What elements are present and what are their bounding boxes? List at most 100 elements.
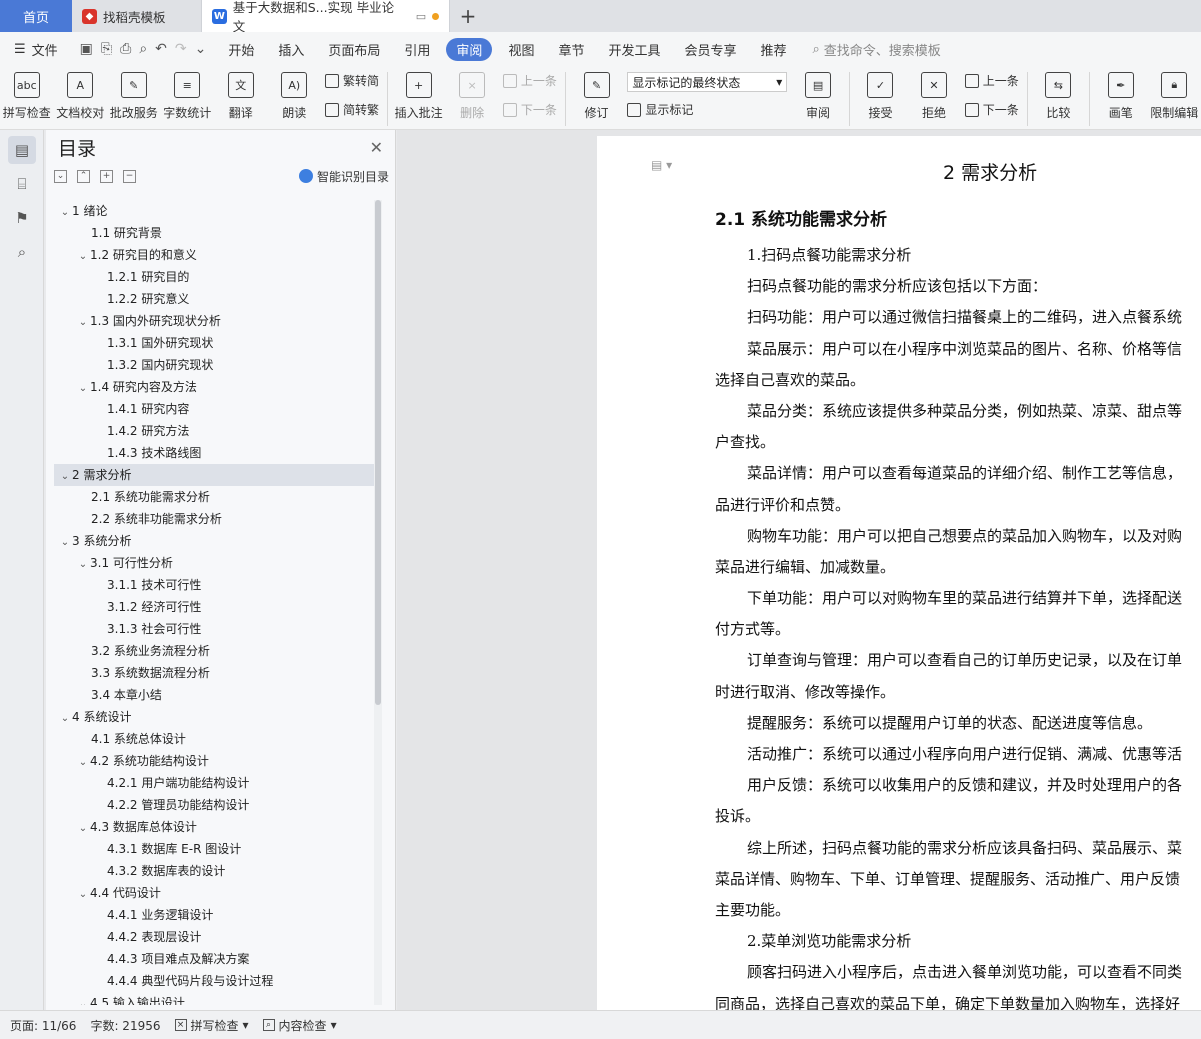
toc-item[interactable]: 3.4 本章小结 xyxy=(54,684,374,706)
toc-scrollbar[interactable] xyxy=(374,200,382,1005)
next-comment-button[interactable]: 下一条 xyxy=(502,101,557,118)
toc-item[interactable]: 4.4.2 表现层设计 xyxy=(54,926,374,948)
toc-item[interactable]: 1.1 研究背景 xyxy=(54,222,374,244)
toc-item[interactable]: 1.4.2 研究方法 xyxy=(54,420,374,442)
track-changes-button[interactable]: ✎ 修订 xyxy=(572,70,622,121)
toc-scroll-thumb[interactable] xyxy=(375,200,381,705)
toc-item[interactable]: ⌄ 3.1 可行性分析 xyxy=(54,552,374,574)
remove-heading-icon[interactable]: − xyxy=(123,169,136,183)
document-page[interactable]: ▤ ▾ 2 需求分析 2.1 系统功能需求分析 1.扫码点餐功能需求分析 扫码点餐… xyxy=(597,136,1201,1010)
chevron-down-icon[interactable]: ⌄ xyxy=(58,532,72,554)
toc-item[interactable]: 1.3.1 国外研究现状 xyxy=(54,332,374,354)
monitor-icon[interactable]: ▭ xyxy=(416,10,426,23)
doc-proof-button[interactable]: A 文档校对 xyxy=(56,70,106,121)
menu-start[interactable]: 开始 xyxy=(216,40,266,59)
chevron-down-icon[interactable]: ⌄ xyxy=(76,884,90,906)
preview-icon[interactable]: ⌕ xyxy=(139,41,147,57)
menu-layout[interactable]: 页面布局 xyxy=(316,40,392,59)
review-service-button[interactable]: ✎ 批改服务 xyxy=(109,70,159,121)
toc-item[interactable]: 3.2 系统业务流程分析 xyxy=(54,640,374,662)
word-count-indicator[interactable]: 字数: 21956 xyxy=(90,1017,160,1034)
toc-item[interactable]: 3.1.3 社会可行性 xyxy=(54,618,374,640)
accept-button[interactable]: ✓ 接受 xyxy=(856,70,906,121)
toc-item[interactable]: 4.4.4 典型代码片段与设计过程 xyxy=(54,970,374,992)
review-pane-button[interactable]: ▤ 审阅 xyxy=(793,70,843,121)
menu-recommend[interactable]: 推荐 xyxy=(749,40,799,59)
command-search[interactable]: ⌕ 查找命令、搜索模板 xyxy=(813,40,941,59)
chevron-down-icon[interactable]: ⌄ xyxy=(76,312,90,334)
save-icon[interactable]: ▣ xyxy=(80,41,93,57)
chevron-down-icon[interactable]: ⌄ xyxy=(58,708,72,730)
chevron-down-icon[interactable]: ⌄ xyxy=(58,466,72,488)
toc-item[interactable]: 4.3.1 数据库 E-R 图设计 xyxy=(54,838,374,860)
toc-item[interactable]: 1.4.3 技术路线图 xyxy=(54,442,374,464)
translate-button[interactable]: 文翻译 xyxy=(216,70,266,121)
toc-item[interactable]: 4.2.1 用户端功能结构设计 xyxy=(54,772,374,794)
menu-developer[interactable]: 开发工具 xyxy=(596,40,672,59)
toc-item[interactable]: ⌄ 4.3 数据库总体设计 xyxy=(54,816,374,838)
show-markup-button[interactable]: 显示标记 xyxy=(627,101,787,118)
toc-item[interactable]: ⌄ 1 绪论 xyxy=(54,200,374,222)
toc-item[interactable]: 4.4.1 业务逻辑设计 xyxy=(54,904,374,926)
toc-item[interactable]: 3.3 系统数据流程分析 xyxy=(54,662,374,684)
menu-member[interactable]: 会员专享 xyxy=(672,40,748,59)
markup-display-select[interactable]: 显示标记的最终状态 ▾ xyxy=(627,72,788,92)
toc-item[interactable]: 1.4.1 研究内容 xyxy=(54,398,374,420)
trad-to-simp-button[interactable]: 繁转简 xyxy=(325,72,379,89)
word-count-button[interactable]: ≡ 字数统计 xyxy=(163,70,213,121)
menu-chapter[interactable]: 章节 xyxy=(546,40,596,59)
toc-item[interactable]: 2.2 系统非功能需求分析 xyxy=(54,508,374,530)
menu-review[interactable]: 审阅 xyxy=(446,37,493,61)
toc-item[interactable]: 4.4.3 项目难点及解决方案 xyxy=(54,948,374,970)
close-icon[interactable]: ✕ xyxy=(370,138,383,157)
next-change-button[interactable]: 下一条 xyxy=(964,101,1019,118)
page-indicator[interactable]: 页面: 11/66 xyxy=(10,1017,76,1034)
chevron-down-icon[interactable]: ⌄ xyxy=(76,378,90,400)
toc-item[interactable]: ⌄ 4.4 代码设计 xyxy=(54,882,374,904)
chevron-down-icon[interactable]: ⌄ xyxy=(76,994,90,1005)
status-spellcheck[interactable]: × 拼写检查 ▾ xyxy=(174,1017,249,1034)
menu-reference[interactable]: 引用 xyxy=(392,40,442,59)
search-icon[interactable]: ⌕ xyxy=(8,238,36,266)
chevron-down-icon[interactable]: ⌄ xyxy=(76,818,90,840)
toc-item[interactable]: 2.1 系统功能需求分析 xyxy=(54,486,374,508)
tab-templates[interactable]: ◆ 找稻壳模板 xyxy=(72,0,202,32)
insert-comment-button[interactable]: + 插入批注 xyxy=(394,70,444,121)
toc-item[interactable]: 4.2.2 管理员功能结构设计 xyxy=(54,794,374,816)
toc-item[interactable]: ⌄ 4.5 输入输出设计 xyxy=(54,992,374,1005)
new-tab-button[interactable]: + xyxy=(450,0,486,32)
bookmark-icon[interactable]: ⚑ xyxy=(8,204,36,232)
redo-icon[interactable]: ↷ xyxy=(175,41,187,57)
print-icon[interactable]: ⎙ xyxy=(120,41,131,57)
unsaved-dot-icon[interactable] xyxy=(432,12,439,20)
toc-item[interactable]: ⌄ 4.2 系统功能结构设计 xyxy=(54,750,374,772)
add-heading-icon[interactable]: + xyxy=(100,169,113,183)
chevron-down-icon[interactable]: ⌄ xyxy=(76,554,90,576)
expand-up-icon[interactable]: ⌃ xyxy=(77,169,90,183)
prev-change-button[interactable]: 上一条 xyxy=(964,72,1019,89)
doc-menu-icon[interactable]: ▤ ▾ xyxy=(651,158,672,172)
tab-document[interactable]: W 基于大数据和S...实现 毕业论文 ▭ xyxy=(202,0,450,34)
chapter-nav-icon[interactable]: ⌸ xyxy=(8,170,36,198)
simp-to-trad-button[interactable]: 简转繁 xyxy=(325,101,379,118)
toc-item[interactable]: ⌄ 2 需求分析 xyxy=(54,464,374,486)
toc-item[interactable]: ⌄ 3 系统分析 xyxy=(54,530,374,552)
toc-item[interactable]: 4.3.2 数据库表的设计 xyxy=(54,860,374,882)
pen-button[interactable]: ✒ 画笔 xyxy=(1096,70,1146,121)
undo-icon[interactable]: ↶ xyxy=(155,41,167,57)
chevron-down-icon[interactable]: ⌄ xyxy=(58,202,72,224)
status-content-check[interactable]: ⌕ 内容检查 ▾ xyxy=(262,1017,337,1034)
chevron-down-icon[interactable]: ⌄ xyxy=(76,752,90,774)
toc-item[interactable]: 1.2.1 研究目的 xyxy=(54,266,374,288)
read-aloud-button[interactable]: A) 朗读 xyxy=(270,70,320,121)
toc-item[interactable]: ⌄ 1.2 研究目的和意义 xyxy=(54,244,374,266)
menu-insert[interactable]: 插入 xyxy=(266,40,316,59)
compare-button[interactable]: ⇆ 比较 xyxy=(1034,70,1084,121)
toc-item[interactable]: 3.1.2 经济可行性 xyxy=(54,596,374,618)
restrict-edit-button[interactable]: 🔒︎ 限制编辑 xyxy=(1150,70,1200,121)
toc-item[interactable]: 1.3.2 国内研究现状 xyxy=(54,354,374,376)
spellcheck-button[interactable]: abc 拼写检查 xyxy=(2,70,52,121)
smart-toc-button[interactable]: 智能识别目录 xyxy=(298,168,389,185)
toc-panel-icon[interactable]: ▤ xyxy=(8,136,36,164)
toc-item[interactable]: 4.1 系统总体设计 xyxy=(54,728,374,750)
